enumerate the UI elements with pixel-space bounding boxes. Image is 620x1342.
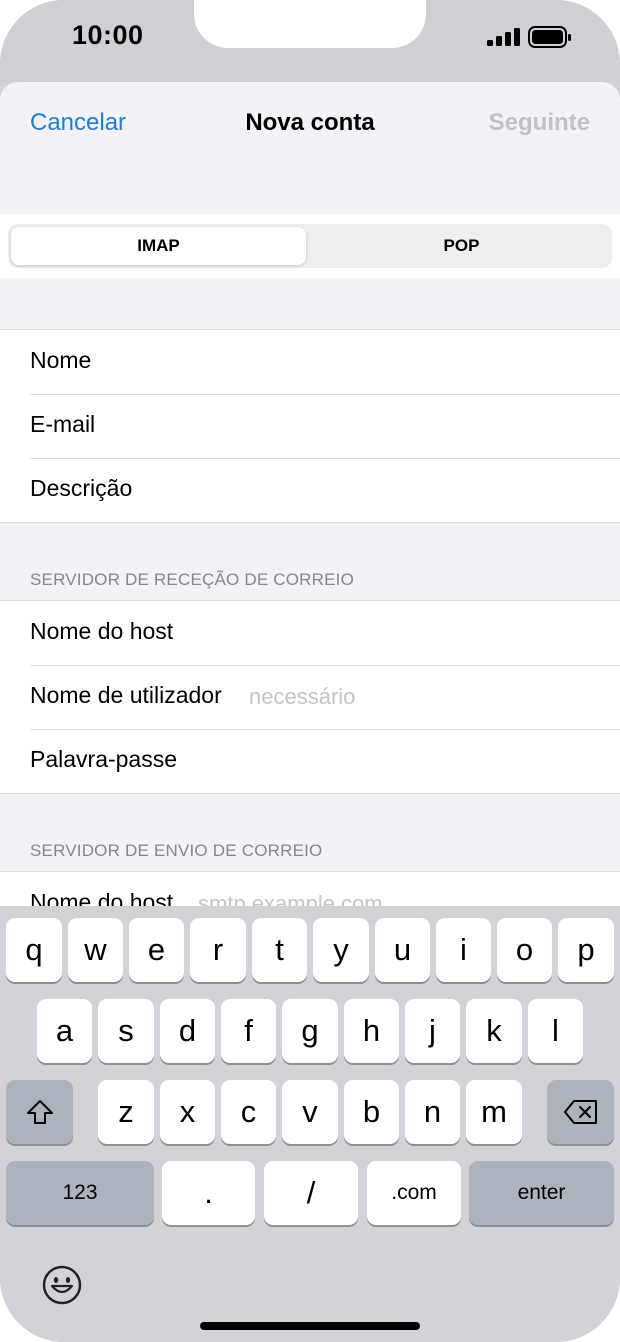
new-account-sheet: Cancelar Nova conta Seguinte IMAP POP No… xyxy=(0,82,620,906)
numbers-key[interactable]: 123 xyxy=(6,1161,154,1225)
key-t[interactable]: t xyxy=(252,918,307,982)
key-k[interactable]: k xyxy=(466,999,522,1063)
key-h[interactable]: h xyxy=(344,999,399,1063)
battery-icon xyxy=(528,26,571,48)
emoji-icon[interactable] xyxy=(41,1264,83,1306)
key-e[interactable]: e xyxy=(129,918,184,982)
outgoing-server-header: SERVIDOR DE ENVIO DE CORREIO xyxy=(30,841,323,860)
segment-pop[interactable]: POP xyxy=(314,227,609,265)
delete-key[interactable] xyxy=(547,1080,614,1144)
segment-imap[interactable]: IMAP xyxy=(11,227,306,265)
field-label: Nome de utilizador xyxy=(30,682,222,708)
navigation-bar: Cancelar Nova conta Seguinte xyxy=(0,82,620,164)
dotcom-key[interactable]: .com xyxy=(367,1161,461,1225)
status-time: 10:00 xyxy=(72,20,144,50)
key-m[interactable]: m xyxy=(466,1080,522,1144)
key-f[interactable]: f xyxy=(221,999,276,1063)
host-placeholder: smtp.example.com xyxy=(198,891,383,906)
email-field[interactable]: E-mail xyxy=(0,394,620,458)
key-a[interactable]: a xyxy=(37,999,92,1063)
key-z[interactable]: z xyxy=(98,1080,154,1144)
phone-screen: 10:00 Cancelar Nova conta Seguinte IMAP … xyxy=(0,0,620,1342)
keyboard: q w e r t y u i o p a s d f g h j k l z … xyxy=(0,906,620,1342)
key-p[interactable]: p xyxy=(558,918,614,982)
key-b[interactable]: b xyxy=(344,1080,399,1144)
key-s[interactable]: s xyxy=(98,999,154,1063)
protocol-segmented-control: IMAP POP xyxy=(8,224,612,268)
key-y[interactable]: y xyxy=(313,918,369,982)
key-n[interactable]: n xyxy=(405,1080,460,1144)
key-g[interactable]: g xyxy=(282,999,338,1063)
key-r[interactable]: r xyxy=(190,918,246,982)
key-i[interactable]: i xyxy=(436,918,491,982)
key-d[interactable]: d xyxy=(160,999,215,1063)
field-label: Nome do host xyxy=(30,618,174,644)
incoming-username-field[interactable]: Nome de utilizador necessário xyxy=(0,665,620,729)
field-label: E-mail xyxy=(30,411,96,437)
outgoing-host-field[interactable]: Nome do host smtp.example.com xyxy=(0,872,620,906)
shift-icon xyxy=(26,1100,53,1124)
backspace-icon xyxy=(563,1100,597,1124)
field-label: Nome xyxy=(30,347,92,373)
incoming-password-field[interactable]: Palavra-passe xyxy=(0,729,620,793)
field-label: Nome do host xyxy=(30,889,174,906)
username-placeholder: necessário xyxy=(249,684,356,709)
account-fields-group: Nome E-mail Descrição xyxy=(0,329,620,523)
description-field[interactable]: Descrição xyxy=(0,458,620,522)
field-label: Descrição xyxy=(30,475,133,501)
status-bar: 10:00 xyxy=(0,0,620,82)
outgoing-server-group: Nome do host smtp.example.com xyxy=(0,871,620,906)
key-w[interactable]: w xyxy=(68,918,123,982)
name-field[interactable]: Nome xyxy=(0,330,620,394)
key-q[interactable]: q xyxy=(6,918,62,982)
incoming-server-header: SERVIDOR DE RECEÇÃO DE CORREIO xyxy=(30,570,355,589)
key-u[interactable]: u xyxy=(375,918,430,982)
protocol-selector-row: IMAP POP xyxy=(0,214,620,278)
incoming-host-field[interactable]: Nome do host xyxy=(0,601,620,665)
incoming-server-group: Nome do host Nome de utilizador necessár… xyxy=(0,600,620,794)
period-key[interactable]: . xyxy=(162,1161,255,1225)
key-v[interactable]: v xyxy=(282,1080,338,1144)
key-j[interactable]: j xyxy=(405,999,460,1063)
next-button[interactable]: Seguinte xyxy=(489,109,590,137)
key-l[interactable]: l xyxy=(528,999,583,1063)
home-indicator xyxy=(200,1322,420,1330)
notch xyxy=(194,0,426,48)
enter-key[interactable]: enter xyxy=(469,1161,614,1225)
key-x[interactable]: x xyxy=(160,1080,215,1144)
shift-key[interactable] xyxy=(6,1080,73,1144)
cellular-signal-icon xyxy=(487,28,520,46)
key-c[interactable]: c xyxy=(221,1080,276,1144)
field-label: Palavra-passe xyxy=(30,746,178,772)
key-o[interactable]: o xyxy=(497,918,552,982)
slash-key[interactable]: / xyxy=(264,1161,358,1225)
